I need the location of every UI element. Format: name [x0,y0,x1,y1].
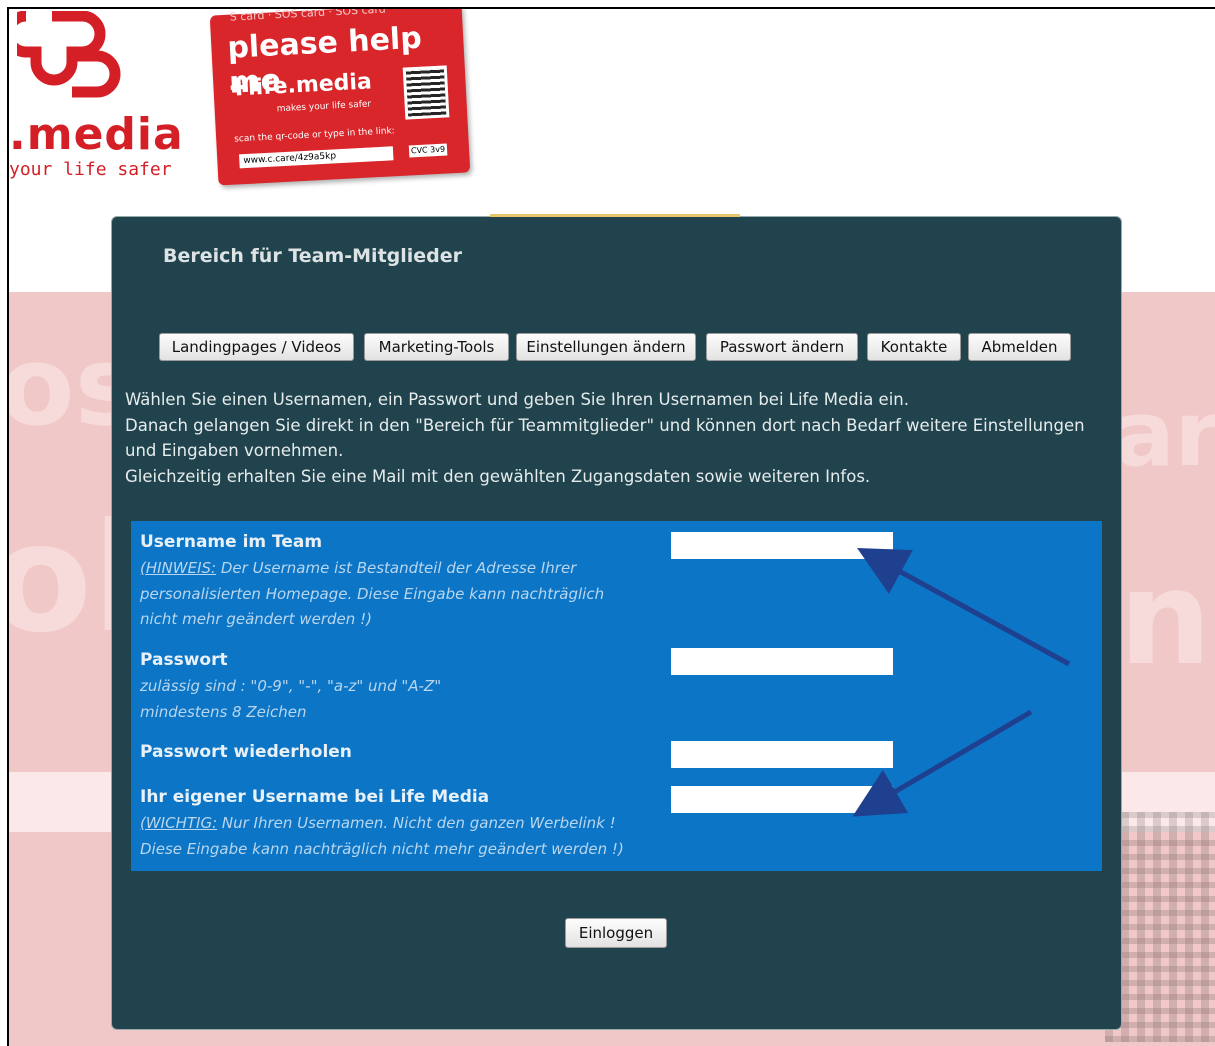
sos-card-link: www.c.care/4z9a5kp [239,146,394,169]
lifemedia-username-input[interactable] [671,786,893,813]
nav-passwort-aendern[interactable]: Passwort ändern [706,333,858,361]
lifemedia-hint-prefix: (WICHTIG: [140,814,218,832]
nav-landingpages-videos[interactable]: Landingpages / Videos [159,333,354,361]
qr-code-icon [402,65,450,120]
username-input[interactable] [671,532,893,559]
password-hint-length: mindestens 8 Zeichen [140,703,307,721]
password-label: Passwort [140,650,228,670]
intro-line-1: Wählen Sie einen Usernamen, ein Passwort… [125,390,909,409]
logo-tagline: your life safer [9,159,172,180]
team-member-panel: Bereich für Team-Mitglieder Landingpages… [111,214,1122,1030]
intro-text: Wählen Sie einen Usernamen, ein Passwort… [125,387,1115,489]
nav-marketing-tools[interactable]: Marketing-Tools [364,333,509,361]
page-frame: os ol ar ne .media your life safer S car… [7,7,1215,1046]
nav-abmelden[interactable]: Abmelden [968,333,1071,361]
sos-card-brand-text: life.media [247,69,373,101]
password-input[interactable] [671,648,893,675]
lifemedia-username-hint: (WICHTIG: Nur Ihren Usernamen. Nicht den… [140,811,616,837]
intro-line-3: Gleichzeitig erhalten Sie eine Mail mit … [125,466,871,486]
lifemedia-hint-text: Nur Ihren Usernamen. Nicht den ganzen We… [217,814,616,832]
password-repeat-label: Passwort wiederholen [140,742,352,762]
sos-card-brand-tagline: makes your life safer [276,99,372,115]
lifemedia-username-label: Ihr eigener Username bei Life Media [140,787,490,807]
sos-card-scan-text: scan the qr-code or type in the link: [233,126,395,145]
intro-line-2: Danach gelangen Sie direkt in den "Berei… [125,415,1085,461]
background-letters: ne [1119,542,1215,694]
username-label: Username im Team [140,532,323,552]
background-letters: ar [1114,382,1215,487]
lifemedia-username-hint-2: Diese Eingabe kann nachträglich nicht me… [140,840,624,858]
cross-logo-icon: ✚ [228,75,249,102]
nav-einstellungen-aendern[interactable]: Einstellungen ändern [516,333,696,361]
password-hint-rules: zulässig sind : "0-9", "-", "a-z" und "A… [140,677,442,695]
login-button[interactable]: Einloggen [565,918,667,948]
username-hint: (HINWEIS: Der Username ist Bestandteil d… [140,556,640,633]
panel-title: Bereich für Team-Mitglieder [163,245,463,267]
life-media-logo-icon [17,11,121,98]
sos-card-top-text: S card · SOS card · SOS card [229,7,386,24]
nav-kontakte[interactable]: Kontakte [867,333,961,361]
username-hint-prefix: (HINWEIS: [140,559,217,577]
sos-card-cvc: CVC 3v9 [408,143,448,158]
sos-card-image: S card · SOS card · SOS card please help… [209,7,471,186]
logo-wordmark: .media [9,109,184,160]
panel-accent-bar [490,214,740,217]
registration-form: Username im Team (HINWEIS: Der Username … [131,521,1102,871]
password-repeat-input[interactable] [671,741,893,768]
